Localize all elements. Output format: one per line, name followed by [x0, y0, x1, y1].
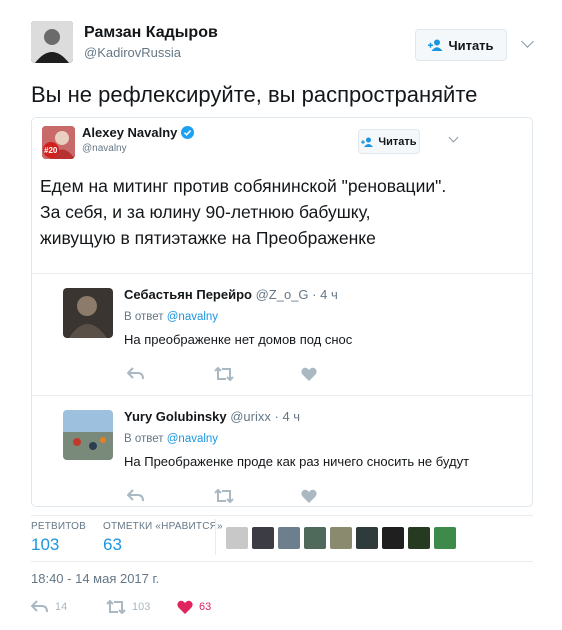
liker-avatar[interactable] — [330, 527, 352, 549]
reply-avatar-image — [63, 288, 113, 338]
reply-text: На преображенке нет домов под снос — [124, 332, 353, 347]
quoted-follow-label: Читать — [378, 135, 417, 148]
author-name[interactable]: Рамзан Кадыров — [84, 24, 218, 42]
chevron-down-icon[interactable] — [448, 132, 459, 143]
add-user-icon — [428, 39, 443, 51]
quoted-tweet[interactable]: #20 Alexey Navalny @navalny Читать Едем … — [31, 117, 533, 507]
likes-label[interactable]: ОТМЕТКИ «НРАВИТСЯ» — [103, 521, 223, 532]
quoted-follow-button[interactable]: Читать — [358, 129, 420, 154]
liker-avatar[interactable] — [304, 527, 326, 549]
like-icon[interactable] — [301, 367, 317, 381]
add-user-icon — [361, 137, 374, 147]
retweet-icon[interactable] — [213, 489, 235, 503]
follow-label: Читать — [448, 37, 494, 53]
tweet-text: Вы не рефлексируйте, вы распространяйте — [31, 82, 478, 107]
quoted-author-handle[interactable]: @navalny — [82, 143, 127, 154]
verified-badge-icon — [181, 126, 195, 139]
divider — [215, 519, 216, 555]
quoted-author-name[interactable]: Alexey Navalny — [82, 125, 177, 140]
liker-avatar[interactable] — [252, 527, 274, 549]
liker-avatar[interactable] — [382, 527, 404, 549]
reply-item[interactable]: Себастьян Перейро @Z_o_G · 4 ч В ответ @… — [32, 274, 532, 394]
retweet-count: 103 — [132, 601, 151, 613]
like-icon[interactable] — [177, 600, 193, 614]
liker-avatar[interactable] — [408, 527, 430, 549]
reply-author-name[interactable]: Yury Golubinsky — [124, 409, 227, 424]
divider — [31, 561, 533, 562]
reply-avatar[interactable] — [63, 410, 113, 460]
author-handle[interactable]: @KadirovRussia — [84, 45, 181, 60]
reply-avatar-image — [63, 410, 113, 460]
retweets-label[interactable]: РЕТВИТОВ — [31, 521, 86, 532]
reply-text: На Преображенке проде как раз ничего сно… — [124, 454, 470, 469]
author-avatar-image — [31, 21, 73, 63]
reply-to-link[interactable]: @navalny — [167, 311, 218, 323]
liker-avatar[interactable] — [356, 527, 378, 549]
reply-time[interactable]: · 4 ч — [275, 409, 301, 424]
quoted-avatar[interactable]: #20 — [42, 126, 75, 159]
reply-avatar[interactable] — [63, 288, 113, 338]
like-icon[interactable] — [301, 489, 317, 503]
reply-to-link[interactable]: @navalny — [167, 433, 218, 445]
tweet-timestamp[interactable]: 18:40 - 14 мая 2017 г. — [31, 571, 159, 586]
reply-count: 14 — [55, 601, 68, 613]
reply-time[interactable]: · 4 ч — [312, 287, 338, 302]
like-count: 63 — [199, 601, 212, 613]
liker-avatar[interactable] — [434, 527, 456, 549]
retweet-icon[interactable] — [105, 600, 127, 614]
reply-icon[interactable] — [127, 489, 144, 502]
chevron-down-icon[interactable] — [521, 35, 534, 48]
reply-prefix: В ответ — [124, 433, 164, 445]
author-avatar[interactable] — [31, 21, 73, 63]
likes-count[interactable]: 63 — [103, 535, 122, 555]
retweet-icon[interactable] — [213, 367, 235, 381]
liker-avatar[interactable] — [226, 527, 248, 549]
reply-icon[interactable] — [31, 600, 48, 613]
follow-button[interactable]: Читать — [415, 29, 507, 61]
reply-item[interactable]: Yury Golubinsky @urixx · 4 ч В ответ @na… — [32, 396, 532, 506]
reply-author-handle[interactable]: @urixx — [230, 409, 271, 424]
reply-author-handle[interactable]: @Z_o_G — [256, 287, 309, 302]
reply-prefix: В ответ — [124, 311, 164, 323]
reply-author-name[interactable]: Себастьян Перейро — [124, 287, 252, 302]
badge: #20 — [44, 146, 58, 155]
liker-avatar[interactable] — [278, 527, 300, 549]
quoted-text: Едем на митинг против собянинской "ренов… — [40, 176, 447, 248]
retweets-count[interactable]: 103 — [31, 535, 59, 555]
divider — [31, 515, 533, 516]
reply-icon[interactable] — [127, 367, 144, 380]
